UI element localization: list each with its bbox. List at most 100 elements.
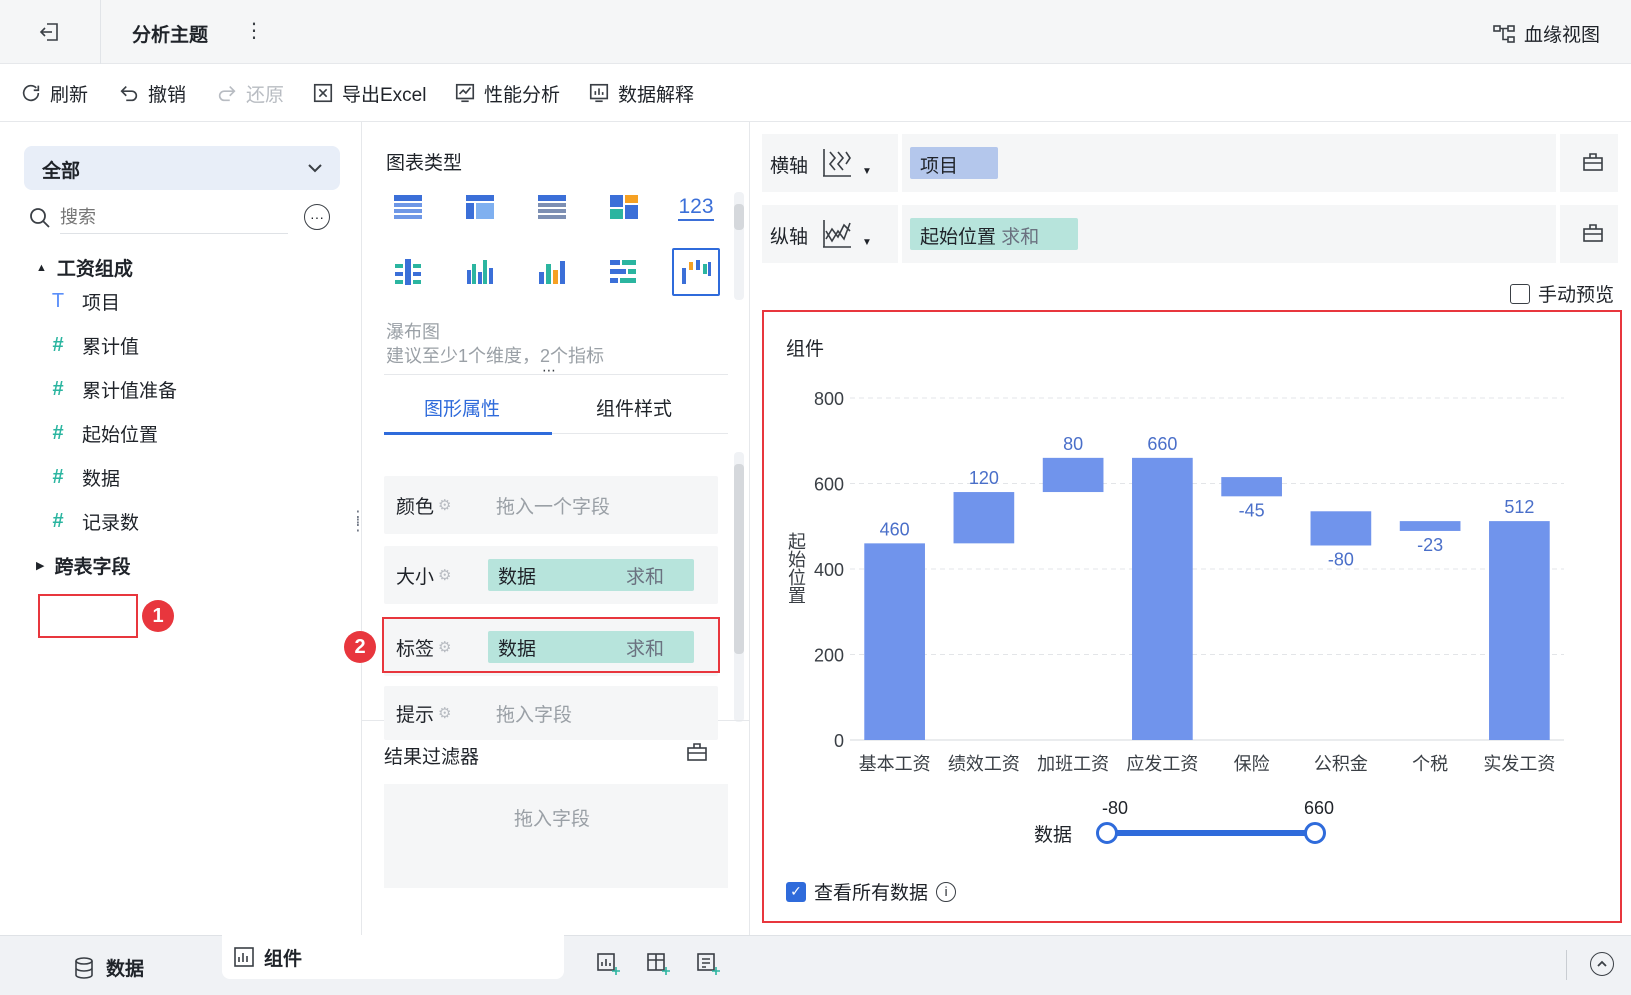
field-label: 记录数 (82, 512, 140, 534)
field-record-count[interactable]: # 记录数 (48, 504, 139, 538)
chart-type-title: 图表类型 (386, 153, 463, 174)
field-data[interactable]: # 数据 (48, 460, 120, 494)
axis-settings-icon[interactable] (1582, 152, 1604, 172)
tab-data[interactable]: 数据 (74, 954, 144, 981)
waterfall-bar (1310, 511, 1372, 546)
y-axis-divider-right (1556, 205, 1560, 263)
add-report-icon[interactable] (696, 952, 720, 981)
lineage-button[interactable]: 血缘视图 (1492, 20, 1600, 47)
manual-preview-checkbox[interactable] (1510, 283, 1530, 304)
chart-type-kpi-card[interactable] (604, 188, 644, 228)
x-axis-divider-right (1556, 134, 1560, 192)
perf-analysis-button[interactable]: 性能分析 (454, 78, 560, 108)
tab-component-style[interactable]: 组件样式 (596, 394, 672, 421)
chart-type-scrollbar[interactable] (734, 192, 744, 300)
x-tick-label: 公积金 (1314, 754, 1368, 774)
chart-type-waterfall[interactable] (672, 248, 720, 296)
chart-type-multi-bar[interactable] (460, 252, 500, 292)
field-cumulative-prep[interactable]: # 累计值准备 (48, 372, 177, 406)
axis-settings-icon[interactable] (1582, 223, 1604, 243)
divider (1566, 950, 1567, 980)
y-tick-label: 800 (814, 389, 844, 409)
size-field-pill[interactable]: 数据 求和 (488, 559, 694, 591)
more-options-icon[interactable]: ··· (304, 204, 330, 230)
group-cross-table[interactable]: ▶ 跨表字段 (36, 552, 130, 579)
refresh-button[interactable]: 刷新 (20, 78, 88, 108)
group-salary[interactable]: ▲ 工资组成 (36, 254, 133, 281)
exit-icon[interactable] (38, 20, 62, 44)
chart-type-hint: 建议至少1个维度，2个指标 (386, 346, 605, 366)
chart-type-table[interactable] (388, 188, 428, 228)
field-item[interactable]: T 项目 (48, 284, 120, 318)
divider (100, 0, 101, 64)
number-field-icon: # (52, 421, 64, 444)
add-table-icon[interactable] (646, 952, 670, 981)
info-icon[interactable]: i (936, 881, 957, 902)
add-component-icon[interactable] (596, 952, 620, 981)
data-explain-button[interactable]: 数据解释 (588, 78, 694, 108)
field-start-position[interactable]: # 起始位置 (48, 416, 158, 450)
filter-drop-zone[interactable]: 拖入字段 (384, 784, 728, 888)
dropdown-caret-icon[interactable]: ▼ (862, 237, 872, 248)
y-axis-row[interactable]: 纵轴 ▼ 起始位置 求和 (762, 205, 1618, 263)
pill-field-name: 起始位置 (920, 227, 997, 248)
y-axis-icon[interactable] (820, 217, 854, 251)
filter-settings-icon[interactable] (686, 742, 708, 767)
waterfall-bar (1132, 457, 1193, 740)
number-field-icon: # (52, 465, 64, 488)
legend-range-track[interactable] (1108, 830, 1314, 836)
export-excel-button[interactable]: 导出Excel (312, 78, 426, 108)
tooltip-property-row[interactable]: 提示 ⚙ 拖入字段 (384, 686, 718, 740)
field-label: 累计值 (82, 336, 140, 358)
collapse-up-icon[interactable] (1590, 952, 1614, 976)
gear-icon: ⚙ (438, 497, 452, 514)
manual-preview-toggle[interactable]: 手动预览 (1510, 280, 1614, 307)
tab-component[interactable]: 组件 (222, 935, 564, 979)
database-icon (75, 956, 93, 979)
grouped-table-icon (395, 259, 421, 285)
y-axis-field-pill[interactable]: 起始位置 求和 (910, 218, 1078, 250)
tooltip-label: 提示 ⚙ (396, 704, 452, 726)
color-property-row[interactable]: 颜色 ⚙ 拖入一个字段 (384, 476, 718, 534)
x-axis-row[interactable]: 横轴 ▼ 项目 (762, 134, 1618, 192)
size-property-row[interactable]: 大小 ⚙ 数据 求和 (384, 546, 718, 604)
toolbar: 刷新 撤销 还原 导出Excel 性能分析 数据解释 (0, 64, 1631, 122)
x-axis-icon[interactable] (820, 146, 854, 180)
search-icon (28, 206, 52, 235)
chart-type-detail-table[interactable] (532, 188, 572, 228)
view-all-checkbox[interactable]: ✓ (786, 881, 806, 902)
scope-select[interactable]: 全部 (24, 146, 340, 190)
x-axis-field-pill[interactable]: 项目 (910, 147, 998, 179)
component-icon (234, 947, 254, 967)
tab-data-label: 数据 (106, 959, 145, 980)
data-label: -80 (1328, 549, 1354, 569)
legend-min-handle[interactable] (1096, 822, 1118, 844)
chart-type-horizontal-bar[interactable] (604, 252, 644, 292)
caret-down-icon: ▲ (36, 261, 47, 274)
refresh-label: 刷新 (50, 84, 89, 106)
divider (384, 374, 728, 375)
field-label: 累计值准备 (82, 380, 178, 402)
undo-button[interactable]: 撤销 (118, 78, 186, 108)
more-icon[interactable]: ⋮ (244, 18, 264, 43)
view-all-data[interactable]: ✓ 查看所有数据 i (786, 878, 957, 905)
filter-placeholder: 拖入字段 (514, 809, 591, 830)
search-input[interactable] (60, 202, 288, 234)
drag-handle-icon[interactable]: ⋯ (542, 362, 556, 379)
redo-button[interactable]: 还原 (216, 78, 284, 108)
kpi-card-icon (610, 195, 638, 219)
horizontal-bar-icon (610, 260, 636, 283)
chart-type-grouped-table[interactable] (388, 252, 428, 292)
chart-type-bar[interactable] (532, 252, 572, 292)
legend-max-handle[interactable] (1304, 822, 1326, 844)
props-scrollbar[interactable] (734, 452, 744, 722)
chart-type-crosstab[interactable] (460, 188, 500, 228)
pill-aggregation: 求和 (625, 566, 664, 588)
x-tick-label: 加班工资 (1037, 754, 1109, 774)
undo-label: 撤销 (148, 84, 187, 106)
chart-type-number[interactable]: 123 (676, 188, 716, 228)
field-cumulative[interactable]: # 累计值 (48, 328, 139, 362)
text-field-icon: T (51, 289, 65, 312)
tab-graph-properties[interactable]: 图形属性 (424, 394, 500, 421)
dropdown-caret-icon[interactable]: ▼ (862, 166, 872, 177)
